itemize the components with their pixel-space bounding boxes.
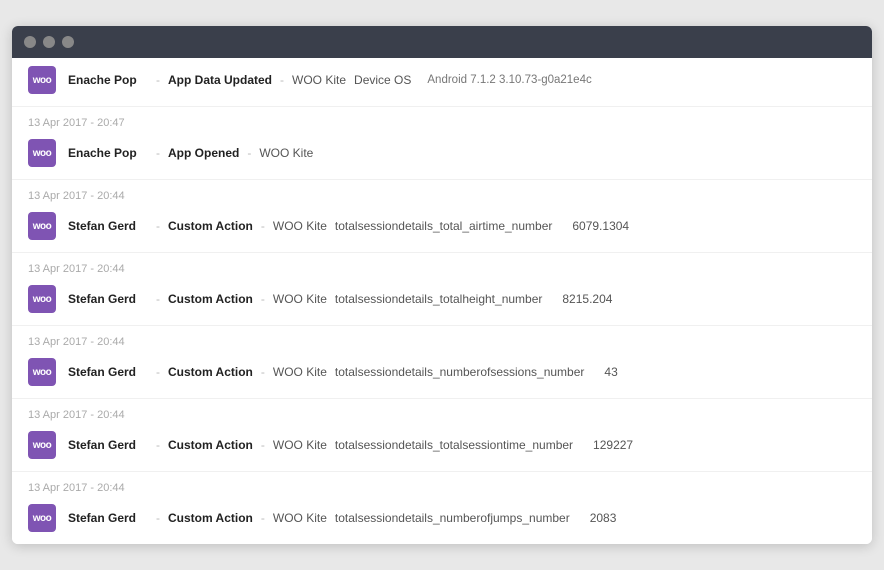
user-name: Enache Pop (68, 73, 148, 87)
device-info: Android 7.1.2 3.10.73-g0a21e4c (427, 74, 591, 86)
separator2: - (247, 146, 251, 160)
traffic-light-3[interactable] (62, 36, 74, 48)
separator2: - (261, 365, 265, 379)
event-row: woo Stefan Gerd - Custom Action - WOO Ki… (12, 277, 872, 325)
timestamp: 13 Apr 2017 - 20:44 (12, 399, 872, 423)
event-value: 43 (604, 365, 617, 379)
timestamp: 13 Apr 2017 - 20:44 (12, 472, 872, 496)
action-label: Custom Action (168, 365, 253, 379)
traffic-light-2[interactable] (43, 36, 55, 48)
event-value: 8215.204 (562, 292, 612, 306)
event-value: 129227 (593, 438, 633, 452)
woo-logo-icon: woo (28, 504, 56, 532)
user-name: Stefan Gerd (68, 365, 148, 379)
action-label: App Data Updated (168, 73, 272, 87)
app-name: WOO Kite (273, 292, 327, 306)
event-group: 13 Apr 2017 - 20:44 woo Stefan Gerd - Cu… (12, 399, 872, 472)
timestamp: 13 Apr 2017 - 20:47 (12, 107, 872, 131)
event-detail: totalsessiondetails_numberofjumps_number (335, 511, 570, 525)
action-label: Custom Action (168, 219, 253, 233)
woo-logo-icon: woo (28, 431, 56, 459)
event-group: 13 Apr 2017 - 20:44 woo Stefan Gerd - Cu… (12, 253, 872, 326)
app-name: WOO Kite (259, 146, 313, 160)
separator2: - (261, 219, 265, 233)
separator2: - (261, 292, 265, 306)
app-name: WOO Kite (273, 219, 327, 233)
woo-logo-icon: woo (28, 212, 56, 240)
separator: - (156, 146, 160, 160)
app-name: WOO Kite (292, 73, 346, 87)
separator: - (156, 219, 160, 233)
user-name: Stefan Gerd (68, 511, 148, 525)
separator2: - (280, 73, 284, 87)
separator: - (156, 511, 160, 525)
separator: - (156, 365, 160, 379)
event-row: woo Enache Pop - App Data Updated - WOO … (12, 58, 872, 106)
event-group: woo Enache Pop - App Data Updated - WOO … (12, 58, 872, 107)
woo-logo-icon: woo (28, 358, 56, 386)
app-name: WOO Kite (273, 438, 327, 452)
separator2: - (261, 438, 265, 452)
event-detail: totalsessiondetails_numberofsessions_num… (335, 365, 584, 379)
event-row: woo Stefan Gerd - Custom Action - WOO Ki… (12, 423, 872, 471)
event-detail: totalsessiondetails_totalsessiontime_num… (335, 438, 573, 452)
user-name: Enache Pop (68, 146, 148, 160)
app-name: WOO Kite (273, 365, 327, 379)
event-value: 2083 (590, 511, 617, 525)
app-name: WOO Kite (273, 511, 327, 525)
user-name: Stefan Gerd (68, 292, 148, 306)
event-group: 13 Apr 2017 - 20:44 woo Stefan Gerd - Cu… (12, 326, 872, 399)
event-detail: Device OS (354, 73, 411, 87)
event-group: 13 Apr 2017 - 20:44 woo Stefan Gerd - Cu… (12, 180, 872, 253)
event-row: woo Stefan Gerd - Custom Action - WOO Ki… (12, 204, 872, 252)
event-row: woo Stefan Gerd - Custom Action - WOO Ki… (12, 350, 872, 398)
event-group: 13 Apr 2017 - 20:44 woo Stefan Gerd - Cu… (12, 472, 872, 544)
woo-logo-icon: woo (28, 285, 56, 313)
separator: - (156, 438, 160, 452)
event-detail: totalsessiondetails_totalheight_number (335, 292, 542, 306)
woo-logo-icon: woo (28, 139, 56, 167)
user-name: Stefan Gerd (68, 438, 148, 452)
titlebar (12, 26, 872, 58)
traffic-light-1[interactable] (24, 36, 36, 48)
event-group: 13 Apr 2017 - 20:47 woo Enache Pop - App… (12, 107, 872, 180)
separator: - (156, 292, 160, 306)
separator2: - (261, 511, 265, 525)
event-row: woo Enache Pop - App Opened - WOO Kite (12, 131, 872, 179)
event-row: woo Stefan Gerd - Custom Action - WOO Ki… (12, 496, 872, 544)
separator: - (156, 73, 160, 87)
action-label: App Opened (168, 146, 239, 160)
woo-logo-icon: woo (28, 66, 56, 94)
user-name: Stefan Gerd (68, 219, 148, 233)
content-area: woo Enache Pop - App Data Updated - WOO … (12, 58, 872, 544)
event-value: 6079.1304 (572, 219, 629, 233)
action-label: Custom Action (168, 511, 253, 525)
event-detail: totalsessiondetails_total_airtime_number (335, 219, 552, 233)
action-label: Custom Action (168, 292, 253, 306)
timestamp: 13 Apr 2017 - 20:44 (12, 253, 872, 277)
timestamp: 13 Apr 2017 - 20:44 (12, 326, 872, 350)
main-window: woo Enache Pop - App Data Updated - WOO … (12, 26, 872, 544)
timestamp: 13 Apr 2017 - 20:44 (12, 180, 872, 204)
action-label: Custom Action (168, 438, 253, 452)
